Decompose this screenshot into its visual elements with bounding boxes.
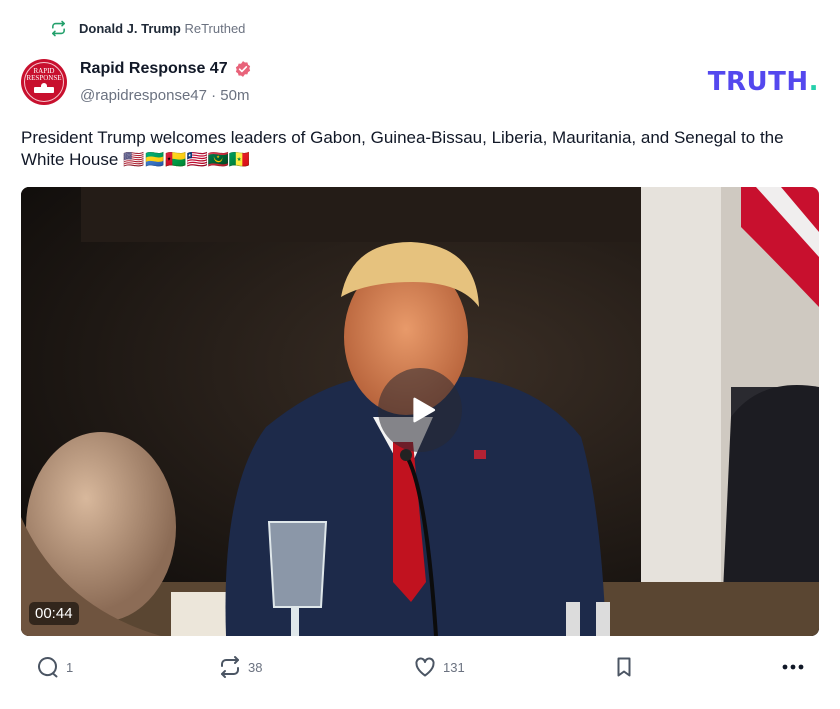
author-handle: @rapidresponse47 · 50m <box>80 87 250 104</box>
reply-button[interactable]: 1 <box>36 655 73 679</box>
play-icon <box>413 397 436 423</box>
reply-count: 1 <box>66 659 74 675</box>
retruth-count: 38 <box>248 659 263 675</box>
truth-logo[interactable]: TRUTH. <box>708 67 819 97</box>
like-count: 131 <box>443 659 465 675</box>
post-actions: 1 38 131 <box>0 655 840 685</box>
bookmark-icon <box>617 657 631 677</box>
post-text: President Trump welcomes leaders of Gabo… <box>21 128 784 169</box>
retruth-icon <box>221 656 239 678</box>
author-name[interactable]: Rapid Response 47 <box>80 60 228 78</box>
play-button[interactable] <box>378 368 462 452</box>
video-player[interactable]: 00:44 <box>21 187 819 636</box>
retruth-label: ReTruthed <box>184 21 246 36</box>
retruth-user[interactable]: Donald J. Trump <box>79 21 181 36</box>
author-name-row: Rapid Response 47 <box>80 60 252 78</box>
retruth-icon <box>52 20 65 37</box>
truth-logo-dot: . <box>808 67 819 97</box>
more-button[interactable] <box>780 655 806 679</box>
retruth-banner: Donald J. Trump ReTruthed <box>50 20 245 37</box>
like-icon <box>415 657 435 677</box>
bookmark-button[interactable] <box>612 655 636 679</box>
avatar[interactable]: RAPID RESPONSE <box>21 59 67 105</box>
more-icon <box>782 664 804 670</box>
retruth-button[interactable]: 38 <box>218 655 262 679</box>
video-duration: 00:44 <box>29 602 79 625</box>
avatar-text: RAPID RESPONSE <box>26 67 62 82</box>
verified-icon <box>235 61 250 77</box>
truth-logo-text: TRUTH <box>707 67 809 97</box>
reply-icon <box>38 657 58 678</box>
like-button[interactable]: 131 <box>413 655 465 679</box>
